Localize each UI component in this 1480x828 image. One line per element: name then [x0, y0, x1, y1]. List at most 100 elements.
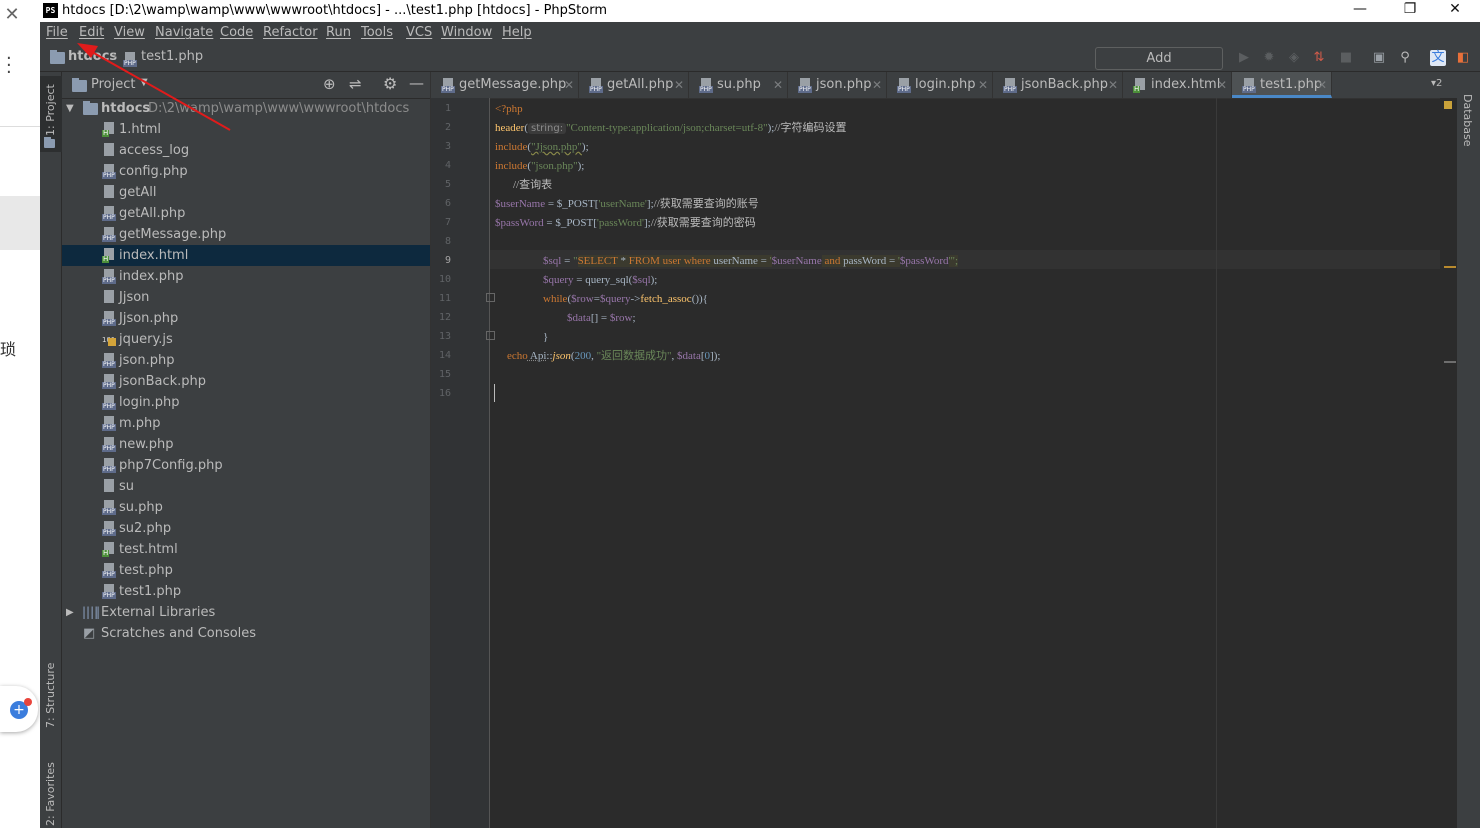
- attach-debugger-icon[interactable]: ⇅: [1311, 50, 1327, 66]
- tree-item[interactable]: test1.php: [62, 581, 430, 602]
- tree-item[interactable]: new.php: [62, 434, 430, 455]
- tab-close-icon[interactable]: ✕: [1108, 72, 1118, 98]
- tree-item[interactable]: test.php: [62, 560, 430, 581]
- run-icon[interactable]: ▶: [1236, 50, 1252, 66]
- html-file-icon: [102, 248, 116, 263]
- tree-item[interactable]: m.php: [62, 413, 430, 434]
- hide-icon[interactable]: —: [409, 74, 424, 92]
- menu-tools[interactable]: Tools: [361, 25, 393, 40]
- token: $query: [599, 293, 631, 305]
- menu-window[interactable]: Window: [441, 25, 492, 40]
- tree-item[interactable]: jsonBack.php: [62, 371, 430, 392]
- breadcrumb-root[interactable]: htdocs: [68, 49, 117, 64]
- tree-item[interactable]: index.html: [62, 245, 430, 266]
- tree-item[interactable]: 1.html: [62, 119, 430, 140]
- tree-item[interactable]: php7Config.php: [62, 455, 430, 476]
- tab-login-php[interactable]: login.php✕: [887, 72, 993, 98]
- tree-item[interactable]: login.php: [62, 392, 430, 413]
- marker[interactable]: [1444, 361, 1456, 363]
- tab-close-icon[interactable]: ✕: [674, 72, 684, 98]
- tab-close-icon[interactable]: ✕: [773, 72, 783, 98]
- token: $sql: [543, 255, 562, 267]
- tab-close-icon[interactable]: ✕: [872, 72, 882, 98]
- menu-code[interactable]: Code: [220, 25, 253, 40]
- office-icon[interactable]: ◧: [1455, 50, 1471, 66]
- search-icon[interactable]: ⚲: [1397, 50, 1413, 66]
- fold-icon[interactable]: [486, 331, 495, 340]
- close-window-button[interactable]: ✕: [1435, 1, 1475, 17]
- favorites-tool-tab[interactable]: 2: Favorites: [40, 762, 62, 828]
- tree-item[interactable]: Jjson.php: [62, 308, 430, 329]
- tab-overflow-indicator[interactable]: ▾2: [1431, 78, 1442, 89]
- tree-item[interactable]: getAll.php: [62, 203, 430, 224]
- token: $userName: [495, 198, 546, 210]
- warning-marker[interactable]: [1444, 266, 1456, 268]
- tab-close-icon[interactable]: ✕: [564, 72, 574, 98]
- tree-item[interactable]: Jjson: [62, 287, 430, 308]
- chevron-right-icon[interactable]: ▶: [66, 602, 74, 623]
- tab-jsonBack-php[interactable]: jsonBack.php✕: [993, 72, 1123, 98]
- tree-root-htdocs[interactable]: ▼ htdocs D:\2\wamp\wamp\www\wwwroot\htdocs: [62, 98, 430, 119]
- collapse-all-icon[interactable]: ⇌: [349, 75, 362, 93]
- tree-item[interactable]: getAll: [62, 182, 430, 203]
- tab-index-html[interactable]: index.html✕: [1123, 72, 1232, 98]
- menu-view[interactable]: View: [114, 25, 145, 40]
- debug-icon[interactable]: ✹: [1261, 50, 1277, 66]
- gear-icon[interactable]: ⚙: [383, 74, 397, 93]
- tab-test1-php[interactable]: test1.php✕: [1232, 72, 1332, 98]
- restore-button[interactable]: ❐: [1390, 1, 1430, 17]
- minimize-button[interactable]: —: [1340, 1, 1380, 17]
- structure-tool-tab[interactable]: 7: Structure: [40, 662, 62, 742]
- floating-add-button[interactable]: +: [0, 686, 38, 732]
- stop-icon[interactable]: ■: [1338, 50, 1354, 66]
- menu-refactor[interactable]: Refactor: [263, 25, 318, 40]
- php-file-icon: [102, 353, 116, 368]
- layout-icon[interactable]: ▣: [1371, 50, 1387, 66]
- translate-icon[interactable]: 文: [1430, 50, 1446, 66]
- menu-navigate[interactable]: Navigate: [155, 25, 213, 40]
- token: and: [821, 255, 841, 267]
- tab-json-php[interactable]: json.php✕: [788, 72, 887, 98]
- project-view-selector[interactable]: Project: [91, 77, 135, 92]
- editor-scrollbar[interactable]: [1440, 98, 1457, 828]
- menu-help[interactable]: Help: [502, 25, 532, 40]
- coverage-icon[interactable]: ◈: [1286, 50, 1302, 66]
- tab-close-icon[interactable]: ✕: [1217, 72, 1227, 98]
- menu-run[interactable]: Run: [326, 25, 351, 40]
- chevron-down-icon[interactable]: ▼: [140, 77, 148, 88]
- menu-file[interactable]: File: [46, 25, 68, 40]
- add-configuration-button[interactable]: Add Configuration...: [1095, 47, 1223, 87]
- tree-item[interactable]: access_log: [62, 140, 430, 161]
- tree-item[interactable]: jquery.js: [62, 329, 430, 351]
- fold-icon[interactable]: [486, 293, 495, 302]
- analysis-status-icon[interactable]: [1444, 101, 1452, 109]
- tree-item[interactable]: getMessage.php: [62, 224, 430, 245]
- token: $data: [677, 350, 701, 362]
- more-icon[interactable]: · · ·: [6, 50, 12, 82]
- tree-external-libraries[interactable]: ▶ |||‖ External Libraries: [62, 602, 430, 623]
- tree-item[interactable]: su2.php: [62, 518, 430, 539]
- tree-item[interactable]: json.php: [62, 350, 430, 371]
- tab-close-icon[interactable]: ✕: [978, 72, 988, 98]
- tree-item[interactable]: index.php: [62, 266, 430, 287]
- project-tool-tab[interactable]: 1: Project: [40, 76, 62, 152]
- close-icon[interactable]: ✕: [2, 4, 22, 26]
- chevron-down-icon[interactable]: ▼: [66, 98, 74, 119]
- database-tool-tab[interactable]: Database: [1457, 90, 1480, 154]
- tab-getAll-php[interactable]: getAll.php✕: [579, 72, 689, 98]
- tree-item-label: new.php: [119, 437, 174, 452]
- tree-item[interactable]: su.php: [62, 497, 430, 518]
- locate-icon[interactable]: ⊕: [323, 75, 336, 93]
- tree-item[interactable]: su: [62, 476, 430, 497]
- tab-su-php[interactable]: su.php ✕: [689, 72, 788, 98]
- breadcrumb-file[interactable]: test1.php: [141, 49, 203, 64]
- tab-getMessage-php[interactable]: getMessage.php✕: [431, 72, 579, 98]
- tree-scratches[interactable]: ◩ Scratches and Consoles: [62, 623, 430, 644]
- token: passWord =: [840, 255, 898, 267]
- menu-edit[interactable]: Edit: [79, 25, 104, 40]
- tab-close-icon[interactable]: ✕: [1317, 72, 1327, 98]
- selected-item[interactable]: [0, 196, 40, 250]
- tree-item[interactable]: config.php: [62, 161, 430, 182]
- tree-item[interactable]: test.html: [62, 539, 430, 560]
- menu-vcs[interactable]: VCS: [406, 25, 432, 40]
